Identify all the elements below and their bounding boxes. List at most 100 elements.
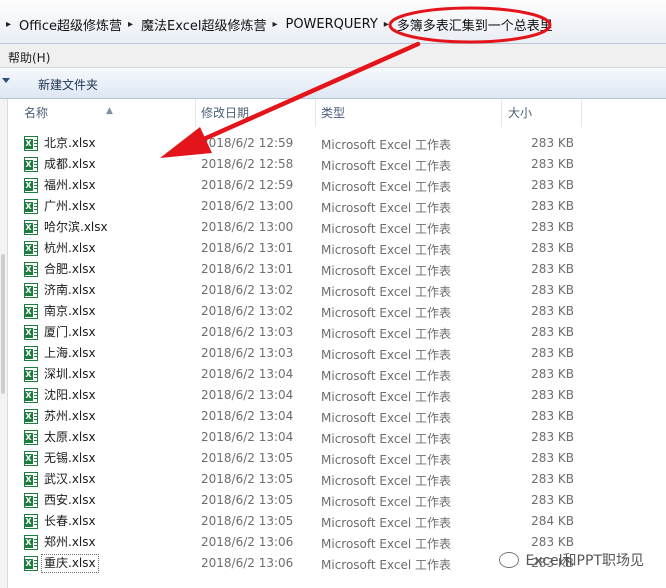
file-name: 太原.xlsx (44, 430, 96, 444)
file-name: 西安.xlsx (44, 493, 96, 507)
breadcrumb: ▸ Office超级修炼营 ▸ 魔法Excel超级修炼营 ▸ POWERQUER… (0, 15, 555, 34)
file-size: 283 KB (531, 199, 574, 213)
file-row[interactable]: X 长春.xlsx 2018/6/2 13:05 Microsoft Excel 工作… (0, 511, 666, 532)
file-size: 283 KB (531, 262, 574, 276)
file-name-cell[interactable]: 苏州.xlsx (42, 408, 98, 425)
file-row[interactable]: X 太原.xlsx 2018/6/2 13:04 Microsoft Excel 工作… (0, 427, 666, 448)
file-name-cell[interactable]: 哈尔滨.xlsx (42, 219, 110, 236)
file-row[interactable]: X 合肥.xlsx 2018/6/2 13:01 Microsoft Excel 工作… (0, 259, 666, 280)
excel-file-icon: X (24, 178, 38, 193)
excel-file-icon: X (24, 556, 38, 571)
excel-file-icon: X (24, 241, 38, 256)
file-type: Microsoft Excel 工作表 (321, 306, 452, 320)
file-size: 283 KB (531, 241, 574, 255)
file-name-cell[interactable]: 郑州.xlsx (42, 534, 98, 551)
file-row[interactable]: X 福州.xlsx 2018/6/2 12:59 Microsoft Excel 工作… (0, 175, 666, 196)
file-name: 广州.xlsx (44, 199, 96, 213)
file-name-cell[interactable]: 沈阳.xlsx (42, 387, 98, 404)
file-modified: 2018/6/2 12:59 (201, 178, 294, 192)
file-name-cell[interactable]: 成都.xlsx (42, 156, 98, 173)
file-name-cell[interactable]: 长春.xlsx (42, 513, 98, 530)
file-size: 283 KB (531, 178, 574, 192)
file-row[interactable]: X 武汉.xlsx 2018/6/2 13:05 Microsoft Excel 工作… (0, 469, 666, 490)
file-name-cell[interactable]: 杭州.xlsx (42, 240, 98, 257)
chevron-right-icon[interactable]: ▸ (0, 19, 17, 30)
file-name: 重庆.xlsx (44, 556, 96, 570)
chevron-right-icon[interactable]: ▸ (124, 19, 139, 30)
file-row[interactable]: X 厦门.xlsx 2018/6/2 13:03 Microsoft Excel 工作… (0, 322, 666, 343)
file-size: 283 KB (531, 430, 574, 444)
file-modified: 2018/6/2 13:00 (201, 220, 294, 234)
file-row[interactable]: X 无锡.xlsx 2018/6/2 13:05 Microsoft Excel 工作… (0, 448, 666, 469)
breadcrumb-item[interactable]: 魔法Excel超级修炼营 (139, 15, 268, 34)
chevron-right-icon[interactable]: ▸ (380, 19, 395, 30)
file-name: 长春.xlsx (44, 514, 96, 528)
breadcrumb-item-current[interactable]: 多簿多表汇集到一个总表里 (395, 15, 555, 34)
file-size: 283 KB (531, 535, 574, 549)
file-type: Microsoft Excel 工作表 (321, 369, 452, 383)
column-header-type[interactable]: 类型 (316, 99, 502, 127)
excel-file-icon: X (24, 346, 38, 361)
file-name-cell[interactable]: 合肥.xlsx (42, 261, 98, 278)
excel-file-icon: X (24, 262, 38, 277)
file-name-cell[interactable]: 无锡.xlsx (42, 450, 98, 467)
file-row[interactable]: X 成都.xlsx 2018/6/2 12:58 Microsoft Excel 工作… (0, 154, 666, 175)
column-headers: 名称 ▲ 修改日期 类型 大小 (8, 99, 666, 127)
chevron-down-icon[interactable] (2, 78, 10, 83)
file-name-cell[interactable]: 南京.xlsx (42, 303, 98, 320)
file-row[interactable]: X 上海.xlsx 2018/6/2 13:03 Microsoft Excel 工作… (0, 343, 666, 364)
file-row[interactable]: X 广州.xlsx 2018/6/2 13:00 Microsoft Excel 工作… (0, 196, 666, 217)
file-name-cell[interactable]: 北京.xlsx (42, 135, 98, 152)
breadcrumb-item[interactable]: POWERQUERY (283, 17, 379, 32)
excel-file-icon: X (24, 430, 38, 445)
file-size: 283 KB (531, 472, 574, 486)
column-header-label: 类型 (321, 106, 346, 120)
file-row[interactable]: X 深圳.xlsx 2018/6/2 13:04 Microsoft Excel 工作… (0, 364, 666, 385)
file-size: 283 KB (531, 451, 574, 465)
file-name-cell[interactable]: 广州.xlsx (42, 198, 98, 215)
file-modified: 2018/6/2 13:03 (201, 346, 294, 360)
file-name: 济南.xlsx (44, 283, 96, 297)
file-name-cell[interactable]: 太原.xlsx (42, 429, 98, 446)
file-name: 苏州.xlsx (44, 409, 96, 423)
file-type: Microsoft Excel 工作表 (321, 411, 452, 425)
file-row[interactable]: X 南京.xlsx 2018/6/2 13:02 Microsoft Excel 工作… (0, 301, 666, 322)
file-name-cell[interactable]: 西安.xlsx (42, 492, 98, 509)
file-name-cell[interactable]: 武汉.xlsx (42, 471, 98, 488)
file-row[interactable]: X 哈尔滨.xlsx 2018/6/2 13:00 Microsoft Excel 工… (0, 217, 666, 238)
excel-file-icon: X (24, 535, 38, 550)
file-size: 283 KB (531, 220, 574, 234)
chevron-right-icon[interactable]: ▸ (268, 19, 283, 30)
file-name-cell[interactable]: 济南.xlsx (42, 282, 98, 299)
file-row[interactable]: X 西安.xlsx 2018/6/2 13:05 Microsoft Excel 工作… (0, 490, 666, 511)
file-row[interactable]: X 沈阳.xlsx 2018/6/2 13:04 Microsoft Excel 工作… (0, 385, 666, 406)
file-name-cell[interactable]: 重庆.xlsx (41, 554, 99, 573)
file-row[interactable]: X 北京.xlsx 2018/6/2 12:59 Microsoft Excel 工作… (0, 133, 666, 154)
file-size: 283 KB (531, 283, 574, 297)
file-name-cell[interactable]: 上海.xlsx (42, 345, 98, 362)
file-name: 北京.xlsx (44, 136, 96, 150)
file-row[interactable]: X 济南.xlsx 2018/6/2 13:02 Microsoft Excel 工作… (0, 280, 666, 301)
file-name: 武汉.xlsx (44, 472, 96, 486)
file-modified: 2018/6/2 13:04 (201, 409, 294, 423)
file-name: 福州.xlsx (44, 178, 96, 192)
file-name-cell[interactable]: 厦门.xlsx (42, 324, 98, 341)
file-modified: 2018/6/2 13:05 (201, 493, 294, 507)
file-name-cell[interactable]: 深圳.xlsx (42, 366, 98, 383)
file-type: Microsoft Excel 工作表 (321, 180, 452, 194)
file-size: 283 KB (531, 304, 574, 318)
file-type: Microsoft Excel 工作表 (321, 495, 452, 509)
file-row[interactable]: X 杭州.xlsx 2018/6/2 13:01 Microsoft Excel 工作… (0, 238, 666, 259)
breadcrumb-item[interactable]: Office超级修炼营 (17, 15, 124, 34)
menu-help[interactable]: 帮助(H) (8, 49, 50, 66)
column-header-modified[interactable]: 修改日期 (196, 99, 316, 127)
column-header-size[interactable]: 大小 (502, 99, 582, 127)
file-name: 南京.xlsx (44, 304, 96, 318)
file-name: 深圳.xlsx (44, 367, 96, 381)
menu-bar: 帮助(H) (0, 44, 666, 68)
new-folder-button[interactable]: 新建文件夹 (38, 76, 98, 93)
column-header-name[interactable]: 名称 ▲ (8, 99, 196, 127)
file-row[interactable]: X 苏州.xlsx 2018/6/2 13:04 Microsoft Excel 工作… (0, 406, 666, 427)
excel-file-icon: X (24, 367, 38, 382)
file-name-cell[interactable]: 福州.xlsx (42, 177, 98, 194)
